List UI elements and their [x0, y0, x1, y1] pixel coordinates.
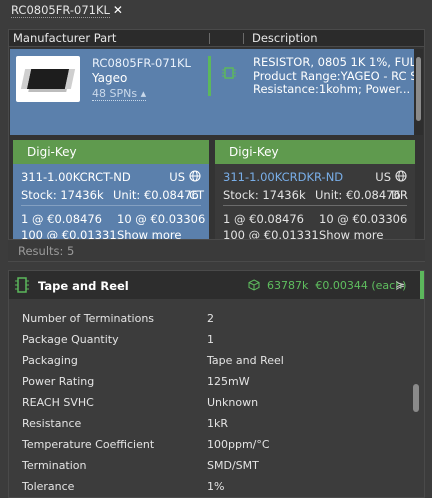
- attribute-row: Termination SMD/SMT: [22, 455, 387, 476]
- attribute-row: Tolerance 1%: [22, 476, 387, 497]
- divider: [21, 205, 201, 206]
- attribute-value: 1%: [207, 480, 225, 493]
- supplier-name: Digi-Key: [13, 140, 209, 164]
- stock-cube-icon: [248, 279, 260, 291]
- attribute-row: REACH SVHC Unknown: [22, 392, 387, 413]
- supplier-card[interactable]: Digi-Key 311-1.00KCRDKR-ND US Stock: 174…: [215, 140, 415, 248]
- attribute-name: Number of Terminations: [22, 312, 155, 325]
- details-stock: 63787k: [267, 279, 309, 292]
- part-description: RESISTOR, 0805 1K 1%, FULL REEL Product …: [253, 56, 423, 97]
- supplier-sku[interactable]: 311-1.00KCRDKR-ND: [223, 170, 343, 184]
- supplier-unit-price: Unit: €0.08476: [315, 188, 401, 202]
- divider: [223, 205, 407, 206]
- vertical-scrollbar[interactable]: [413, 384, 419, 412]
- spns-link[interactable]: 48 SPNs ▴: [92, 87, 147, 101]
- supplier-unit-price: Unit: €0.08476: [113, 188, 199, 202]
- component-icon: [222, 67, 236, 79]
- search-tag-label[interactable]: RC0805FR-071KL: [11, 3, 110, 18]
- attribute-name: Termination: [22, 459, 87, 472]
- attribute-value: SMD/SMT: [207, 459, 259, 472]
- component-icon: [15, 277, 29, 293]
- attribute-value: Unknown: [207, 396, 259, 409]
- status-indicator: [208, 56, 211, 96]
- price-break: 1 @ €0.08476: [223, 212, 304, 226]
- column-header: Manufacturer Part Description: [9, 30, 424, 47]
- column-divider[interactable]: [243, 33, 244, 44]
- price-break: 1 @ €0.08476: [21, 212, 102, 226]
- attribute-value: Tape and Reel: [207, 354, 284, 367]
- attribute-name: Packaging: [22, 354, 78, 367]
- attribute-name: Package Quantity: [22, 333, 119, 346]
- supplier-stock: Stock: 17436k: [223, 188, 306, 202]
- supplier-stock: Stock: 17436k: [21, 188, 104, 202]
- description-line: RESISTOR, 0805 1K 1%, FULL REEL: [253, 56, 423, 69]
- attribute-value: 100ppm/°C: [207, 438, 270, 451]
- attribute-name: Resistance: [22, 417, 82, 430]
- column-divider[interactable]: [209, 33, 210, 44]
- attribute-row: Package Quantity 1: [22, 329, 387, 350]
- attribute-value: 1kR: [207, 417, 229, 430]
- part-number: RC0805FR-071KL: [92, 56, 191, 70]
- supplier-country: US: [169, 170, 185, 184]
- attribute-row: Packaging Tape and Reel: [22, 350, 387, 371]
- attribute-row: Temperature Coefficient 100ppm/°C: [22, 434, 387, 455]
- globe-icon: [189, 170, 201, 182]
- part-image: [16, 56, 80, 102]
- search-tag: RC0805FR-071KL ✕: [11, 2, 123, 18]
- details-panel: Tape and Reel 63787k €0.00344 (each) ≽ N…: [8, 270, 425, 498]
- attribute-row: Resistance 1kR: [22, 413, 387, 434]
- collapse-chevron-icon[interactable]: ≽: [395, 278, 405, 292]
- attribute-row: Power Rating 125mW: [22, 371, 387, 392]
- details-price: €0.00344 (each): [315, 279, 407, 292]
- attribute-name: Temperature Coefficient: [22, 438, 155, 451]
- supplier-sku[interactable]: 311-1.00KCRCT-ND: [21, 170, 131, 184]
- attribute-name: Power Rating: [22, 375, 95, 388]
- attribute-name: Tolerance: [22, 480, 75, 493]
- attribute-value: 1: [207, 333, 214, 346]
- supplier-country: US: [375, 170, 391, 184]
- part-manufacturer: Yageo: [92, 71, 128, 85]
- price-break: 10 @ €0.03306: [319, 212, 408, 226]
- globe-icon: [395, 170, 407, 182]
- part-row-selected[interactable]: RC0805FR-071KL Yageo 48 SPNs ▴ RESISTOR,…: [10, 49, 423, 135]
- results-panel: Manufacturer Part Description RC0805FR-0…: [8, 29, 425, 262]
- description-line: Resistance:1kohm; Power...: [253, 82, 411, 96]
- supplier-name: Digi-Key: [215, 140, 415, 164]
- attribute-row: Number of Terminations 2: [22, 308, 387, 329]
- results-count: Results: 5: [8, 239, 425, 261]
- attribute-value: 2: [207, 312, 214, 325]
- column-manufacturer-part[interactable]: Manufacturer Part: [13, 31, 116, 45]
- stock-and-price: 63787k €0.00344 (each): [267, 279, 406, 292]
- accent-edge: [420, 271, 424, 299]
- column-description[interactable]: Description: [252, 31, 318, 45]
- price-break: 10 @ €0.03306: [117, 212, 206, 226]
- supplier-card[interactable]: Digi-Key 311-1.00KCRCT-ND US Stock: 1743…: [13, 140, 209, 248]
- attribute-value: 125mW: [207, 375, 250, 388]
- attribute-name: REACH SVHC: [22, 396, 94, 409]
- details-title: Tape and Reel: [38, 279, 129, 293]
- vertical-scrollbar[interactable]: [414, 49, 423, 135]
- packaging-code: CT: [189, 188, 205, 202]
- packaging-code: DR: [391, 188, 408, 202]
- details-header[interactable]: Tape and Reel 63787k €0.00344 (each) ≽: [9, 271, 424, 299]
- description-line: Product Range:YAGEO - RC Series: [253, 68, 423, 83]
- close-icon[interactable]: ✕: [113, 3, 123, 17]
